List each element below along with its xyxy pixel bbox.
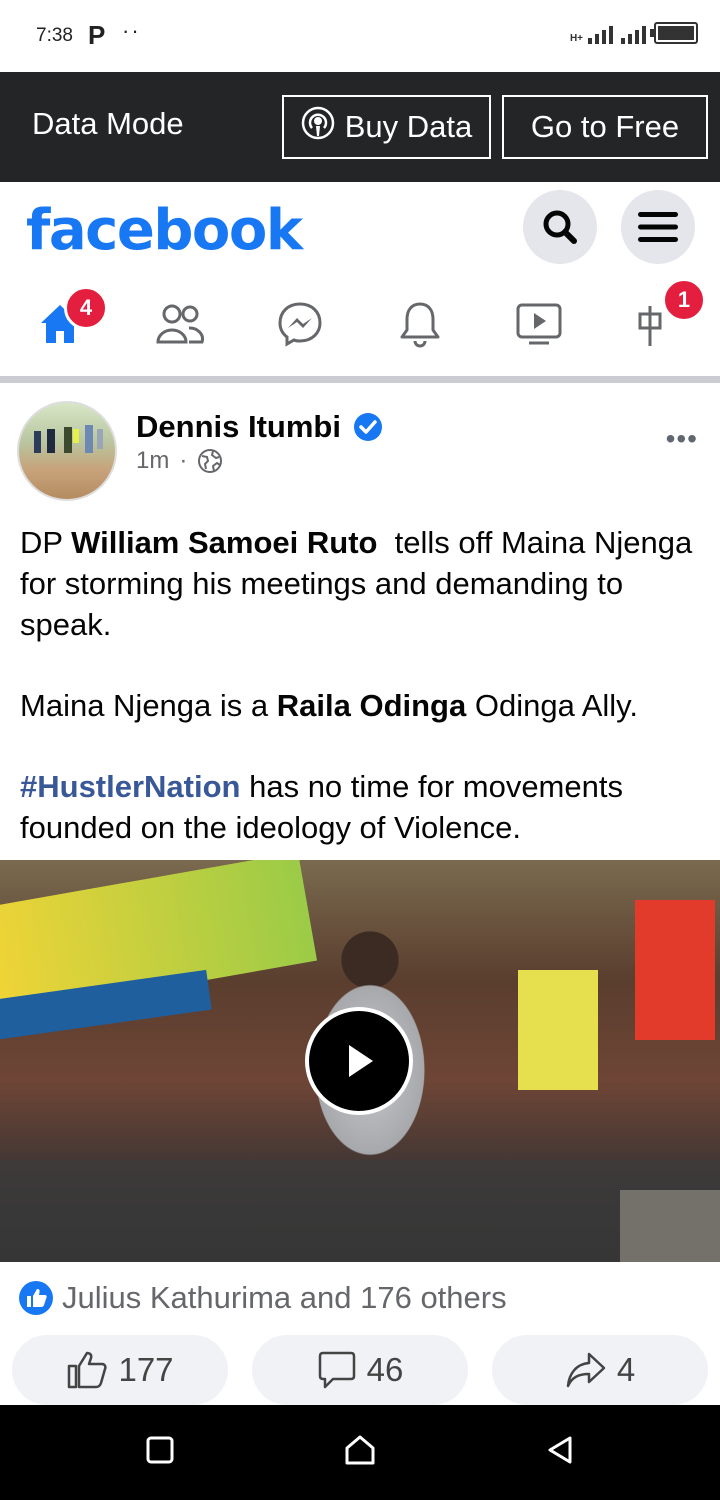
hamburger-icon (638, 212, 678, 242)
comment-count: 46 (366, 1351, 404, 1388)
comment-icon (318, 1351, 355, 1389)
section-divider (0, 376, 720, 383)
mention-william-ruto[interactable]: William Samoei Ruto (71, 525, 377, 560)
text-segment: Odinga Ally. (466, 688, 638, 723)
hashtag-link[interactable]: #HustlerNation (20, 769, 240, 804)
status-bar: 7:38 P ·· H+ (0, 0, 720, 72)
mention-raila-odinga[interactable]: Raila Odinga (277, 688, 466, 723)
post-text: DP William Samoei Ruto tells off Maina N… (20, 522, 710, 888)
post-paragraph-2: Maina Njenga is a Raila Odinga Odinga Al… (20, 685, 710, 726)
status-icons: H+ (570, 22, 698, 44)
text-segment: Maina Njenga is a (20, 688, 277, 723)
reactions-summary[interactable]: Julius Kathurima and 176 others (18, 1280, 507, 1316)
tab-messenger[interactable] (270, 294, 330, 354)
buy-data-button[interactable]: Buy Data (282, 95, 491, 159)
post-time[interactable]: 1m (136, 447, 169, 475)
main-nav: 4 1 (0, 278, 720, 370)
p-app-icon: P (88, 20, 106, 50)
post-options-button[interactable]: ••• (666, 423, 698, 455)
like-button[interactable]: 177 (12, 1335, 228, 1405)
network-type: H+ (569, 33, 583, 44)
share-icon (566, 1352, 606, 1388)
tab-watch[interactable] (509, 294, 569, 354)
author-name-text: Dennis Itumbi (136, 409, 341, 444)
home-badge: 4 (64, 286, 108, 330)
back-icon[interactable] (545, 1435, 575, 1465)
marketplace-badge: 1 (662, 278, 706, 322)
like-reaction-icon (19, 1281, 53, 1315)
play-icon (349, 1045, 373, 1077)
status-time: 7:38 (36, 25, 73, 46)
globe-icon (198, 449, 223, 473)
post-header: Dennis Itumbi 1m · ••• (0, 383, 720, 513)
comment-button[interactable]: 46 (252, 1335, 468, 1405)
video-car (0, 1160, 720, 1262)
podcast-icon (301, 106, 335, 148)
home-nav-icon[interactable] (343, 1433, 377, 1467)
post-actions: 177 46 4 (0, 1335, 720, 1405)
notification-dots: ·· (122, 18, 141, 43)
play-button[interactable] (305, 1007, 413, 1115)
video-poster (518, 970, 598, 1090)
go-to-free-button[interactable]: Go to Free (502, 95, 708, 159)
search-button[interactable] (523, 190, 597, 264)
reactions-text: Julius Kathurima and 176 others (62, 1280, 507, 1315)
facebook-logo[interactable]: facebook (26, 198, 303, 263)
author-name[interactable]: Dennis Itumbi (136, 409, 383, 445)
post-video[interactable] (0, 860, 720, 1262)
recent-apps-icon[interactable] (145, 1435, 175, 1465)
signal-icon: H+ (570, 26, 613, 44)
go-to-free-label: Go to Free (530, 109, 680, 144)
search-icon (543, 210, 577, 244)
like-count: 177 (118, 1351, 174, 1388)
meta-separator: · (179, 447, 188, 474)
bell-icon (400, 302, 440, 348)
post-meta: 1m · (136, 447, 223, 475)
video-poster (635, 900, 715, 1040)
battery-icon (650, 22, 698, 44)
tab-home[interactable]: 4 (30, 286, 108, 354)
post-paragraph-1: DP William Samoei Ruto tells off Maina N… (20, 522, 710, 645)
friends-icon (156, 304, 204, 344)
tab-marketplace[interactable]: 1 (628, 278, 706, 354)
verified-icon (353, 413, 382, 441)
messenger-icon (278, 302, 322, 347)
video-icon (516, 303, 562, 345)
thumbs-up-icon (68, 1351, 108, 1389)
signal-icon-2 (621, 26, 646, 44)
author-avatar[interactable] (17, 401, 117, 501)
menu-button[interactable] (621, 190, 695, 264)
data-mode-bar: Data Mode Buy Data Go to Free (0, 72, 720, 182)
text-segment: DP (20, 525, 72, 560)
share-count: 4 (616, 1351, 636, 1388)
tab-friends[interactable] (150, 294, 210, 354)
buy-data-label: Buy Data (344, 109, 473, 144)
tab-notifications[interactable] (390, 294, 450, 354)
system-navigation-bar (0, 1405, 720, 1500)
data-mode-label: Data Mode (32, 106, 184, 141)
share-button[interactable]: 4 (492, 1335, 708, 1405)
post-paragraph-3: #HustlerNation has no time for movements… (20, 766, 710, 848)
app-header: facebook 4 1 (0, 182, 720, 378)
